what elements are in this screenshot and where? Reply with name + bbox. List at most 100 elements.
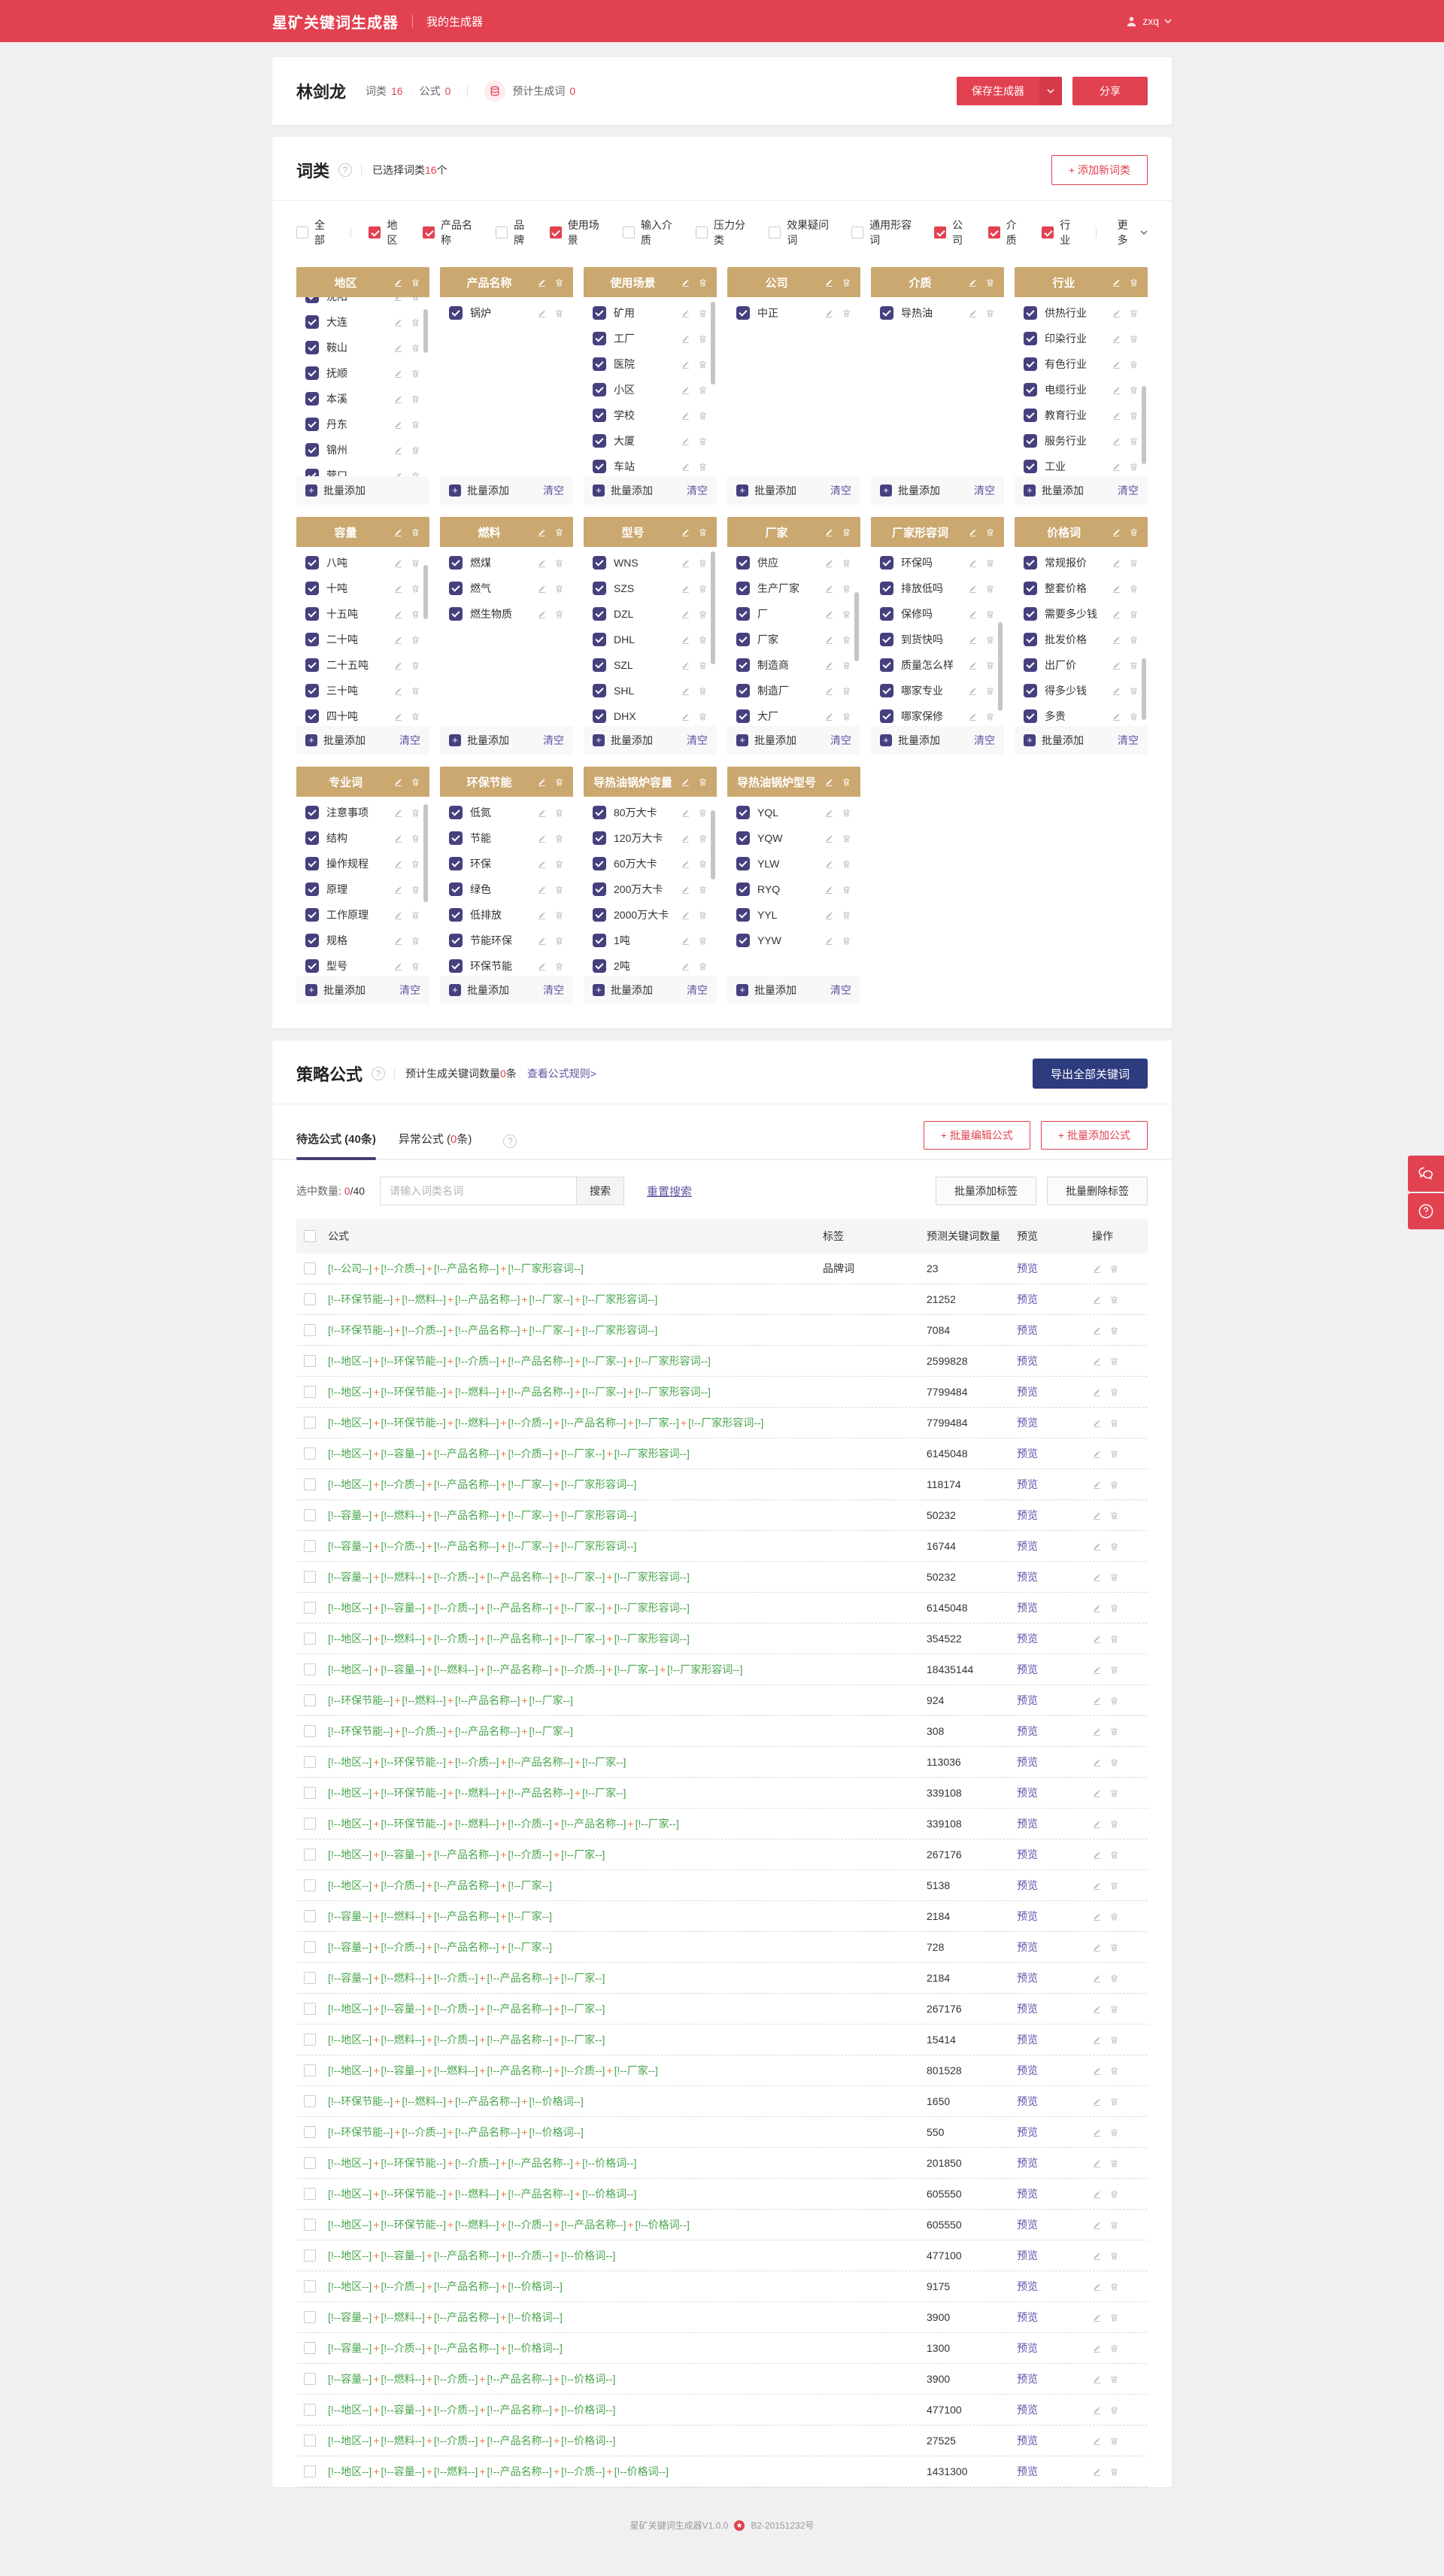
filter-checkbox[interactable] — [296, 226, 308, 238]
word-checkbox[interactable] — [880, 658, 893, 672]
panel-scrollbar[interactable] — [998, 622, 1003, 711]
clear-button[interactable]: 清空 — [830, 733, 851, 748]
delete-icon[interactable] — [1109, 1572, 1119, 1582]
delete-icon[interactable] — [411, 394, 420, 404]
delete-icon[interactable] — [554, 936, 564, 946]
delete-icon[interactable] — [1109, 2158, 1119, 2168]
edit-icon[interactable] — [681, 411, 690, 421]
word-checkbox[interactable] — [305, 556, 319, 570]
word-checkbox[interactable] — [880, 684, 893, 697]
delete-icon[interactable] — [411, 661, 420, 670]
delete-icon[interactable] — [698, 462, 708, 472]
filter-checkbox[interactable] — [696, 226, 708, 238]
batch-add-button[interactable]: + 批量添加 — [449, 983, 509, 998]
delete-icon[interactable] — [1109, 1757, 1119, 1767]
word-checkbox[interactable] — [1024, 607, 1037, 621]
word-checkbox[interactable] — [736, 306, 750, 320]
edit-icon[interactable] — [1092, 2004, 1102, 2014]
word-checkbox[interactable] — [736, 806, 750, 819]
edit-icon[interactable] — [968, 527, 978, 537]
delete-icon[interactable] — [842, 609, 851, 619]
row-checkbox[interactable] — [304, 1725, 316, 1737]
row-checkbox[interactable] — [304, 1571, 316, 1583]
row-checkbox[interactable] — [304, 2157, 316, 2169]
clear-button[interactable]: 清空 — [543, 733, 564, 748]
word-checkbox[interactable] — [449, 882, 463, 896]
row-checkbox[interactable] — [304, 1293, 316, 1305]
delete-icon[interactable] — [554, 609, 564, 619]
delete-icon[interactable] — [411, 834, 420, 843]
delete-icon[interactable] — [1109, 2220, 1119, 2230]
preview-link[interactable]: 预览 — [1017, 1787, 1038, 1799]
edit-icon[interactable] — [824, 712, 834, 721]
panel-scrollbar[interactable] — [1142, 386, 1146, 464]
help-contact-button[interactable] — [1408, 1193, 1444, 1229]
delete-icon[interactable] — [698, 834, 708, 843]
delete-icon[interactable] — [842, 885, 851, 895]
delete-icon[interactable] — [698, 661, 708, 670]
delete-icon[interactable] — [698, 712, 708, 721]
edit-icon[interactable] — [393, 297, 403, 302]
word-checkbox[interactable] — [736, 709, 750, 723]
delete-icon[interactable] — [985, 661, 995, 670]
edit-icon[interactable] — [1092, 1973, 1102, 1983]
delete-icon[interactable] — [985, 527, 995, 537]
edit-icon[interactable] — [1092, 1264, 1102, 1274]
delete-icon[interactable] — [842, 686, 851, 696]
delete-icon[interactable] — [1109, 1912, 1119, 1921]
edit-icon[interactable] — [393, 712, 403, 721]
word-checkbox[interactable] — [449, 934, 463, 947]
panel-scrollbar[interactable] — [711, 551, 715, 664]
delete-icon[interactable] — [411, 910, 420, 920]
row-checkbox[interactable] — [304, 1879, 316, 1891]
word-checkbox[interactable] — [593, 332, 606, 345]
preview-link[interactable]: 预览 — [1017, 1941, 1038, 1953]
preview-link[interactable]: 预览 — [1017, 2373, 1038, 2385]
edit-icon[interactable] — [393, 936, 403, 946]
delete-icon[interactable] — [1109, 1326, 1119, 1335]
word-checkbox[interactable] — [1024, 709, 1037, 723]
wordclass-filter[interactable]: 行业 — [1042, 217, 1078, 248]
delete-icon[interactable] — [1129, 609, 1139, 619]
edit-icon[interactable] — [681, 808, 690, 818]
edit-icon[interactable] — [1092, 1634, 1102, 1644]
tab-abnormal-formulas[interactable]: 异常公式 (0条) — [399, 1131, 472, 1159]
edit-icon[interactable] — [681, 385, 690, 395]
edit-icon[interactable] — [681, 834, 690, 843]
edit-icon[interactable] — [968, 712, 978, 721]
word-checkbox[interactable] — [880, 556, 893, 570]
edit-icon[interactable] — [824, 558, 834, 568]
preview-link[interactable]: 预览 — [1017, 1879, 1038, 1891]
word-checkbox[interactable] — [880, 306, 893, 320]
word-checkbox[interactable] — [1024, 383, 1037, 396]
filter-checkbox[interactable] — [496, 226, 508, 238]
edit-icon[interactable] — [824, 609, 834, 619]
edit-icon[interactable] — [1092, 2220, 1102, 2230]
row-checkbox[interactable] — [304, 1633, 316, 1645]
preview-link[interactable]: 预览 — [1017, 2064, 1038, 2076]
edit-icon[interactable] — [681, 558, 690, 568]
delete-icon[interactable] — [411, 471, 420, 476]
word-checkbox[interactable] — [305, 366, 319, 380]
delete-icon[interactable] — [698, 910, 708, 920]
edit-icon[interactable] — [681, 859, 690, 869]
edit-icon[interactable] — [1092, 2436, 1102, 2446]
edit-icon[interactable] — [393, 584, 403, 594]
edit-icon[interactable] — [537, 961, 547, 971]
row-checkbox[interactable] — [304, 1694, 316, 1706]
delete-icon[interactable] — [1109, 1264, 1119, 1274]
batch-add-button[interactable]: + 批量添加 — [593, 983, 653, 998]
word-checkbox[interactable] — [1024, 633, 1037, 646]
edit-icon[interactable] — [1112, 584, 1121, 594]
delete-icon[interactable] — [1129, 712, 1139, 721]
edit-icon[interactable] — [1092, 1542, 1102, 1551]
batch-add-button[interactable]: + 批量添加 — [305, 983, 366, 998]
delete-icon[interactable] — [1109, 2282, 1119, 2292]
edit-icon[interactable] — [681, 436, 690, 446]
wordclass-filter[interactable]: 效果疑问词 — [769, 217, 833, 248]
filter-checkbox[interactable] — [769, 226, 781, 238]
edit-icon[interactable] — [537, 885, 547, 895]
preview-link[interactable]: 预览 — [1017, 1818, 1038, 1830]
edit-icon[interactable] — [393, 910, 403, 920]
clear-button[interactable]: 清空 — [543, 983, 564, 998]
